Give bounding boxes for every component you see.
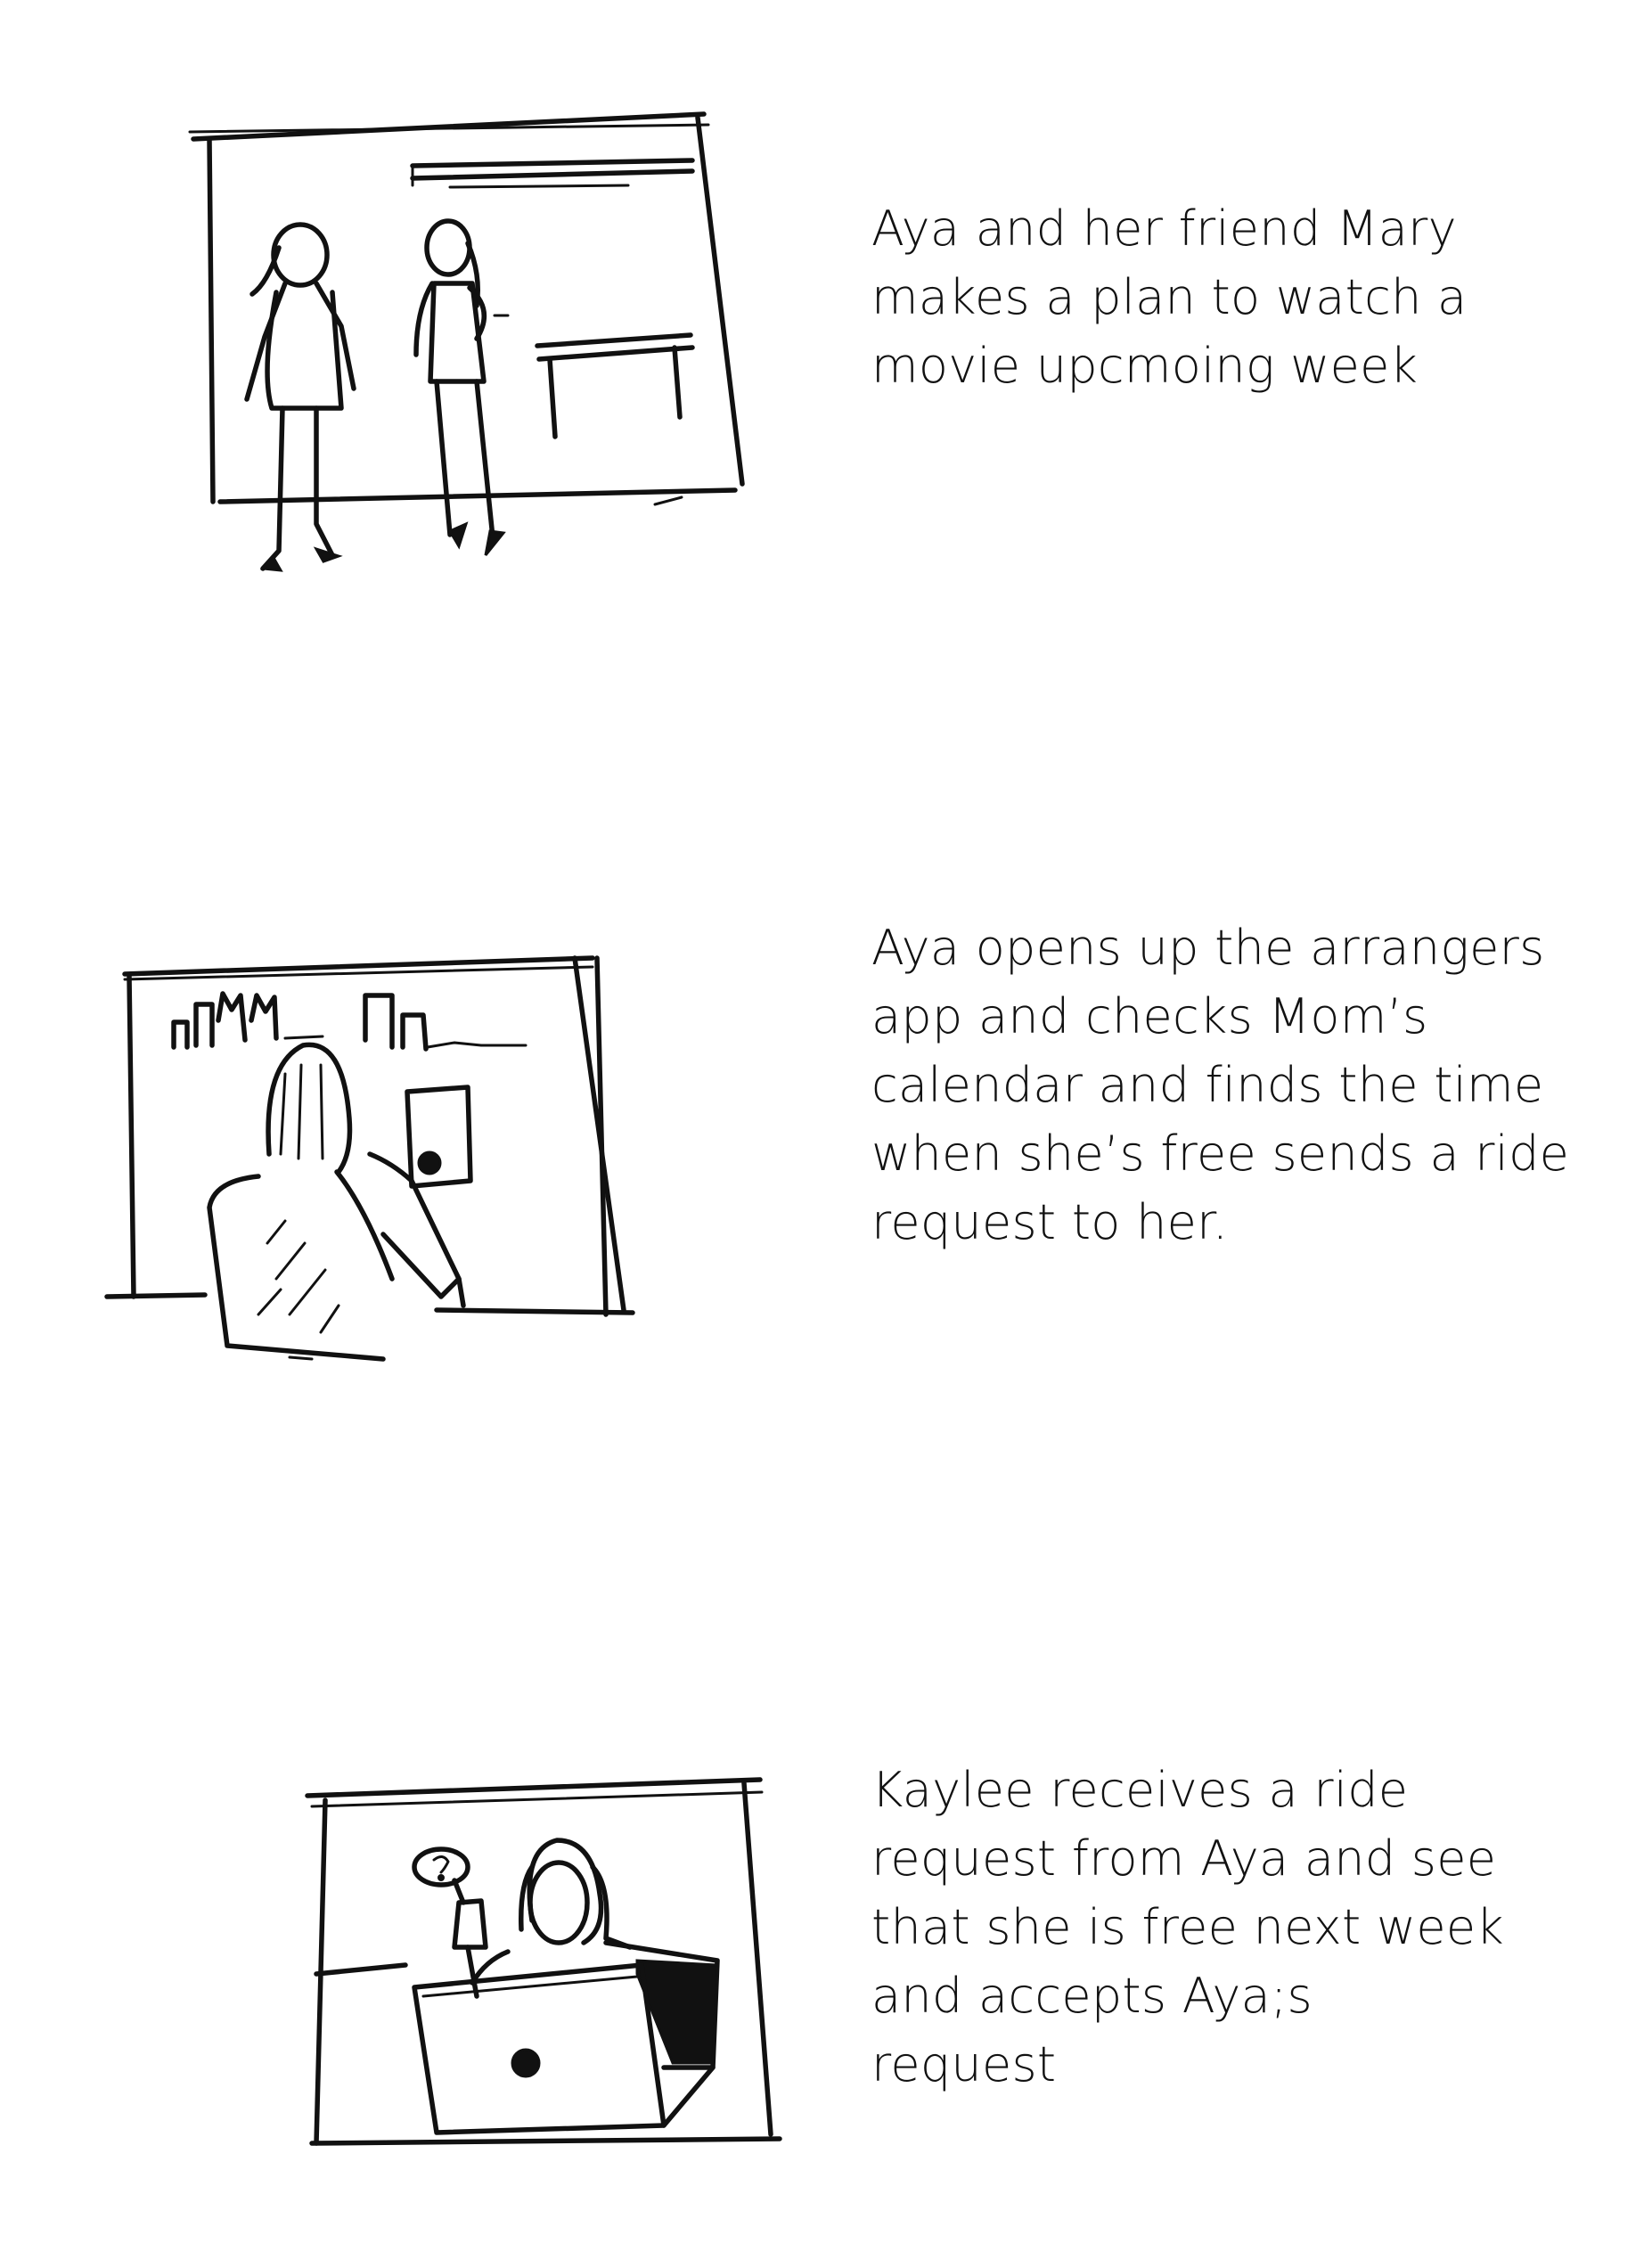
storyboard-frame-2 (98, 940, 650, 1377)
frame-1-caption: Aya and her friend Mary makes a plan to … (871, 201, 1468, 394)
frame-2-caption: Aya opens up the arrangers app and check… (871, 920, 1570, 1250)
two-people-standing-sketch-icon (188, 111, 745, 572)
storyboard-frame-1 (183, 105, 753, 595)
storyboard-frame-3 (299, 1760, 784, 2166)
person-at-laptop-sketch-icon (305, 1777, 782, 2146)
person-holding-phone-sketch-icon (104, 955, 635, 1362)
frame-3-caption: Kaylee receives a ride request from Aya … (871, 1762, 1504, 2092)
